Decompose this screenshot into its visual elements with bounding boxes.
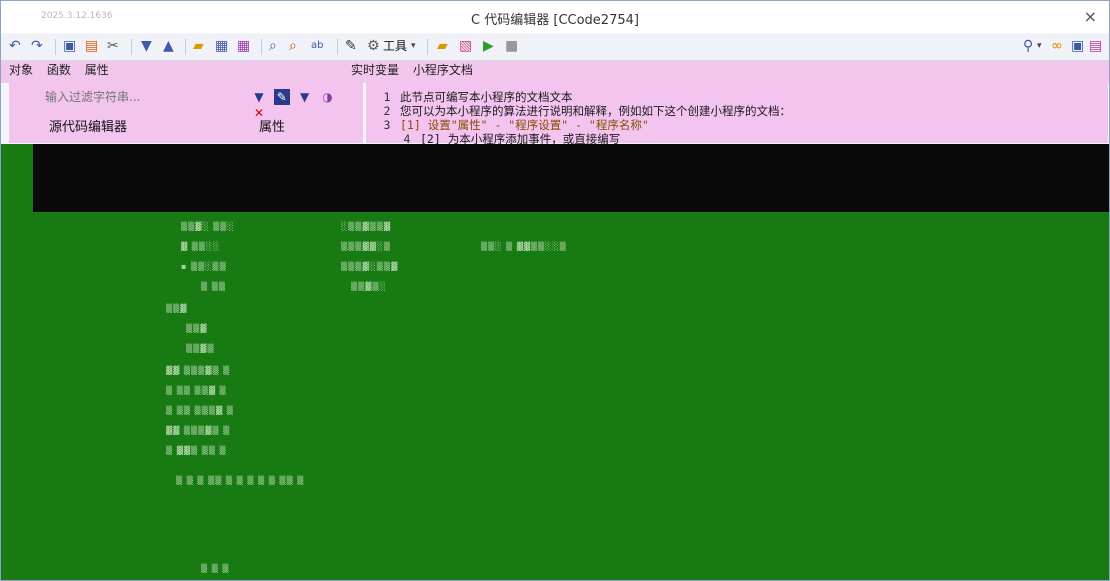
run-icon[interactable]: ▶	[483, 37, 494, 55]
overlay-noise: ▒ ▒ ▒	[201, 564, 230, 573]
overlay-noise: ▓ ▒▒░░	[181, 242, 221, 251]
close-doc-icon[interactable]: ▣	[1071, 37, 1084, 55]
overlay-noise: ░▒▒▓▒▒▓	[341, 222, 392, 231]
overlay-noise: ▒ ▓▓▒ ▒▒ ▒	[166, 446, 227, 455]
overlay-noise: ▓▓ ▒▒▒▓▒ ▒	[166, 426, 231, 435]
find-replace-icon[interactable]: ⌕	[289, 37, 297, 55]
tab-objects[interactable]: 对象	[9, 61, 33, 78]
link-icon[interactable]: ∞	[1051, 37, 1063, 55]
copy-icon[interactable]: ▣	[63, 37, 76, 55]
funnel-icon[interactable]: ▼	[251, 89, 267, 105]
folder-icon[interactable]: ▰	[437, 37, 448, 55]
filter-bar: ▼ ✎ ▼ ◑ ✕	[39, 88, 361, 120]
wrench-dropdown-icon[interactable]: ▾	[1037, 37, 1042, 55]
title-bar: 2025.3.12.1636 C 代码编辑器 [CCode2754] ×	[1, 1, 1109, 33]
overlay-noise: ▒ ▒▒ ▒▒▒▓ ▒	[166, 406, 234, 415]
left-panel-tabs: 对象 函数 属性	[9, 61, 119, 81]
edit-pen-icon[interactable]: ✎	[345, 37, 357, 55]
replace-text-icon[interactable]: ab	[311, 37, 323, 55]
right-panel-tabs: 实时变量 小程序文档	[351, 61, 483, 81]
overlay-noise: ▒▒▒▓▓░▒	[341, 242, 392, 251]
black-overlay	[33, 144, 1109, 212]
overlay-noise: ▒▒▓▒	[186, 344, 215, 353]
chevron-down-icon[interactable]: ▾	[411, 37, 416, 55]
property-column-header: 属性	[259, 120, 286, 135]
gear-icon[interactable]: ⚙	[367, 37, 380, 55]
window-title: C 代码编辑器 [CCode2754]	[471, 13, 639, 28]
overlay-noise: ▒▒▒▓░▒▒▓	[341, 262, 399, 271]
export-icon[interactable]: ▧	[459, 37, 472, 55]
code-editor-window: 2025.3.12.1636 C 代码编辑器 [CCode2754] × ↶ ↷…	[0, 0, 1110, 581]
filter-edit-icon[interactable]: ✎	[273, 89, 290, 105]
cut-icon[interactable]: ✂	[107, 37, 119, 55]
overlay-noise: ▪ ▒▒░▒▒	[181, 262, 227, 271]
toolbar: ↶ ↷ ▣ ▤ ✂ ▼ ▲ ▰ ▦ ▦ ⌕ ⌕ ab ✎ ⚙ 工具 ▾ ▰ ▧ …	[1, 34, 1109, 61]
filter-clear-icon[interactable]: ◑	[319, 89, 335, 105]
redo-icon[interactable]: ↷	[31, 37, 43, 55]
pink-band	[1, 61, 1109, 83]
overlay-noise: ▒▒▓░ ▒▒░	[181, 222, 235, 231]
tools-menu[interactable]: 工具	[383, 37, 407, 55]
overlay-noise: ▒▒░ ▒ ▓▓▒▒░░▒	[481, 242, 567, 251]
open-folder-icon[interactable]: ▰	[193, 37, 204, 55]
window-layout-icon[interactable]: ▤	[1089, 37, 1102, 55]
wrench-icon[interactable]: ⚲	[1023, 37, 1033, 55]
close-icon[interactable]: ×	[1084, 7, 1097, 26]
save-icon[interactable]: ▦	[215, 37, 228, 55]
program-document-editor[interactable]: 1 此节点可编写本小程序的文档文本 2 您可以为本小程序的算法进行说明和解释，例如如…	[366, 83, 1108, 146]
stop-icon[interactable]: ■	[505, 37, 518, 55]
overlay-noise: ▒ ▒▒	[201, 282, 226, 291]
overlay-noise: ▒▒▓	[186, 324, 208, 333]
tab-live-variables[interactable]: 实时变量	[351, 61, 399, 78]
tab-properties[interactable]: 属性	[85, 61, 109, 78]
move-down-icon[interactable]: ▼	[141, 37, 152, 55]
filter-down-icon[interactable]: ▼	[297, 89, 313, 105]
overlay-noise: ▒▒▓▒░	[351, 282, 387, 291]
tab-program-doc[interactable]: 小程序文档	[413, 61, 473, 78]
tree-root-label[interactable]: 源代码编辑器	[49, 116, 127, 135]
overlay-noise: ▒▒▓	[166, 304, 188, 313]
paste-icon[interactable]: ▤	[85, 37, 98, 55]
overlay-noise: ▓▓ ▒▒▒▓▒ ▒	[166, 366, 231, 375]
overlay-noise: ▒ ▒ ▒ ▒▒ ▒ ▒ ▒ ▒ ▒ ▒▒ ▒	[176, 476, 305, 485]
search-icon[interactable]: ⌕	[269, 37, 277, 55]
filter-input[interactable]	[39, 88, 251, 106]
save-as-icon[interactable]: ▦	[237, 37, 250, 55]
move-up-icon[interactable]: ▲	[163, 37, 174, 55]
undo-icon[interactable]: ↶	[9, 37, 21, 55]
overlay-noise: ▒ ▒▒ ▒▒▓ ▒	[166, 386, 227, 395]
tab-functions[interactable]: 函数	[47, 61, 71, 78]
